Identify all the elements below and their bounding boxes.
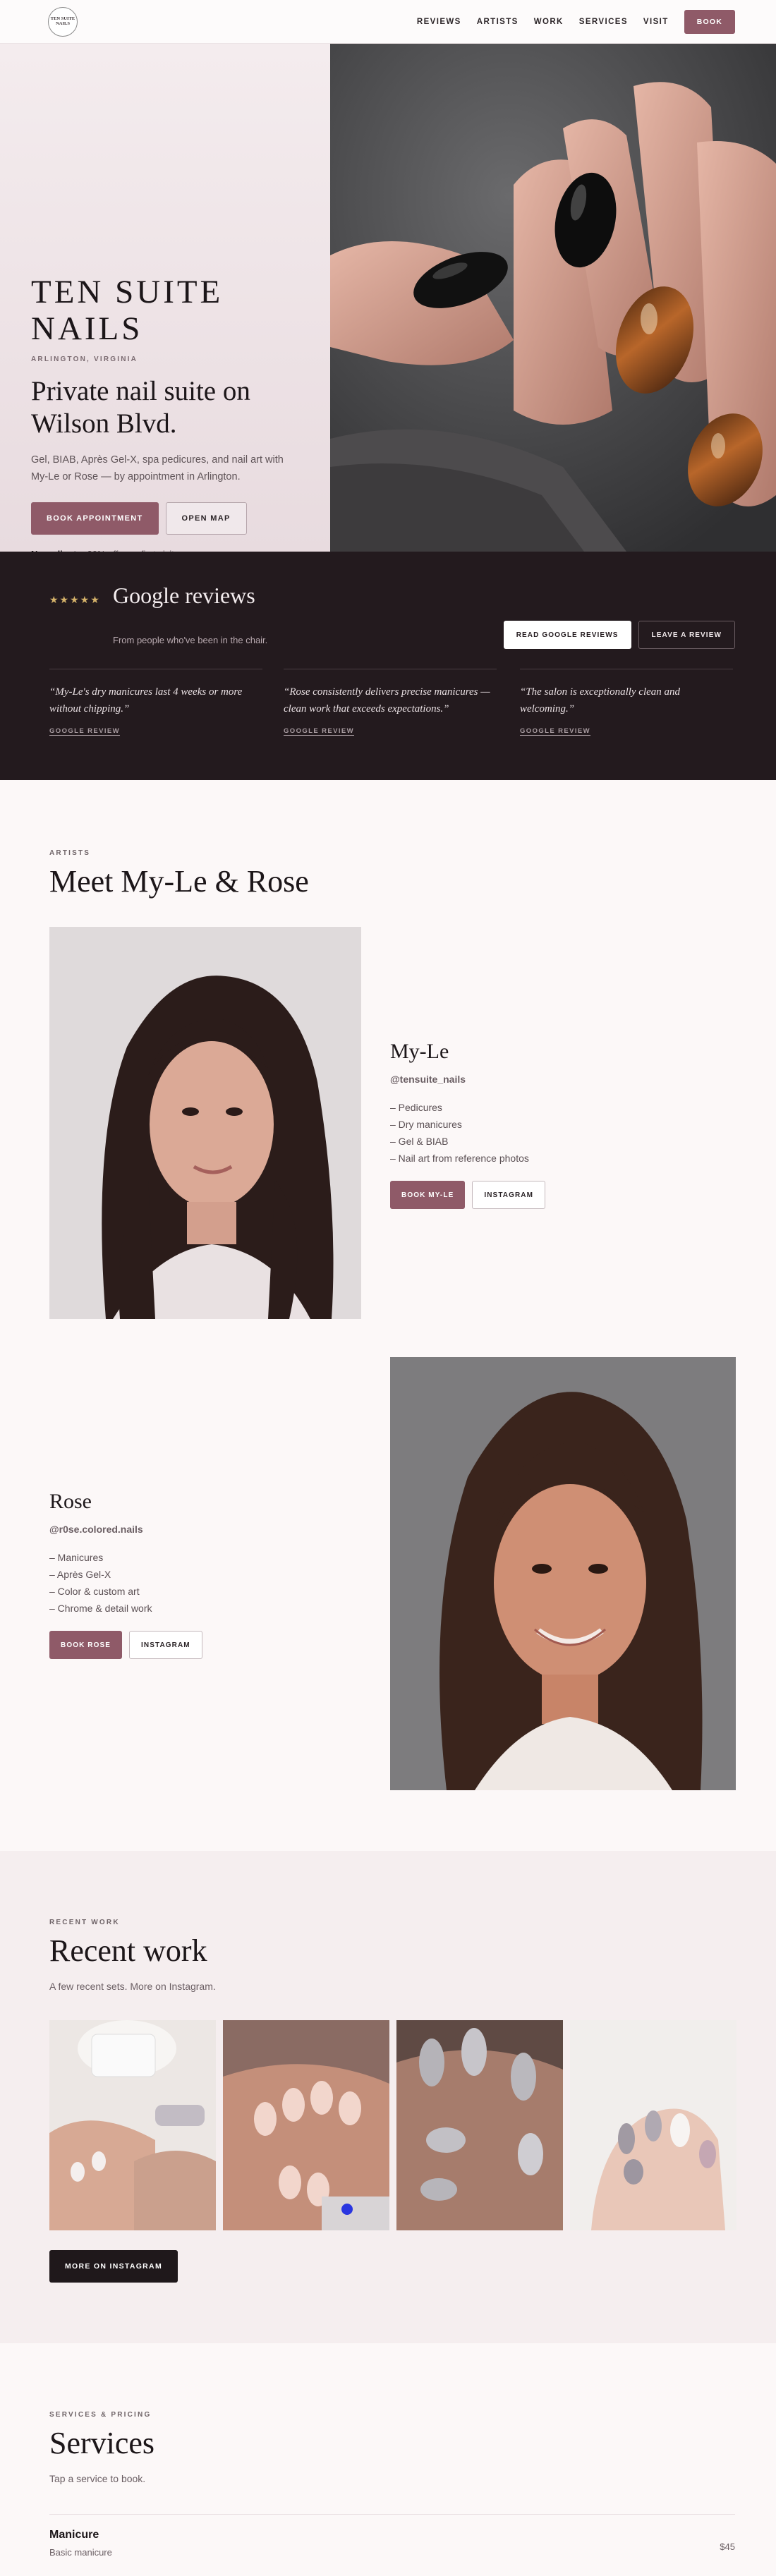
work-photo-2[interactable]: [223, 2020, 389, 2230]
services-section: SERVICES & PRICING Services Tap a servic…: [0, 2343, 776, 2576]
book-appointment-button[interactable]: BOOK APPOINTMENT: [31, 502, 159, 535]
service-price: $45: [720, 2541, 735, 2552]
list-item: – Gel & BIAB: [390, 1136, 449, 1147]
work-photo-1[interactable]: [49, 2020, 216, 2230]
hero-panel: TEN SUITE NAILS ARLINGTON, VIRGINIA Priv…: [0, 44, 330, 559]
reviews-actions: READ GOOGLE REVIEWS LEAVE A REVIEW: [503, 621, 735, 649]
reviews-title: Google reviews: [113, 583, 255, 608]
myle-name: My-Le: [390, 1040, 449, 1063]
rating-stars-icon: ★★★★★: [49, 594, 101, 605]
nav-link-work[interactable]: WORK: [534, 18, 564, 26]
nav-book-button[interactable]: BOOK: [684, 10, 735, 34]
services-title: Services: [49, 2426, 155, 2460]
list-item: – Après Gel-X: [49, 1569, 111, 1580]
list-item: – Pedicures: [390, 1102, 442, 1113]
open-map-button[interactable]: OPEN MAP: [165, 502, 247, 535]
work-title: Recent work: [49, 1933, 207, 1968]
list-item: – Color & custom art: [49, 1586, 140, 1597]
rose-portrait-image: [390, 1357, 736, 1790]
hero-title-line-2: NAILS: [31, 310, 143, 347]
service-row-manicure[interactable]: Manicure Basic manicure $45: [49, 2514, 735, 2558]
nav-link-visit[interactable]: VISIT: [643, 18, 669, 26]
rose-services-list: – Manicures – Après Gel-X – Color & cust…: [49, 1549, 360, 1617]
reviews-subtitle: From people who've been in the chair.: [113, 635, 268, 645]
hero-subtitle: Private nail suite on Wilson Blvd.: [31, 376, 250, 439]
services-eyebrow: SERVICES & PRICING: [49, 2411, 152, 2419]
work-photo-4[interactable]: [570, 2020, 736, 2230]
services-subtitle: Tap a service to book.: [49, 2473, 146, 2484]
hero-title-line-1: TEN SUITE: [31, 274, 224, 310]
service-description: Basic manicure: [49, 2547, 112, 2558]
review-source-link[interactable]: GOOGLE REVIEW: [49, 727, 262, 735]
work-subtitle: A few recent sets. More on Instagram.: [49, 1981, 216, 1992]
hero-nails-photo: [330, 44, 776, 552]
myle-handle[interactable]: @tensuite_nails: [390, 1074, 729, 1085]
rose-handle[interactable]: @r0se.colored.nails: [49, 1524, 360, 1535]
recent-work-section: RECENT WORK Recent work A few recent set…: [0, 1851, 776, 2343]
review-source-link[interactable]: GOOGLE REVIEW: [284, 727, 497, 735]
nav-link-services[interactable]: SERVICES: [579, 18, 628, 26]
myle-services-list: – Pedicures – Dry manicures – Gel & BIAB…: [390, 1099, 729, 1167]
review-source-link[interactable]: GOOGLE REVIEW: [520, 727, 733, 735]
rose-instagram-button[interactable]: INSTAGRAM: [129, 1631, 202, 1659]
nav-link-artists[interactable]: ARTISTS: [477, 18, 519, 26]
rose-info: Rose @r0se.colored.nails – Manicures – A…: [49, 1490, 360, 1659]
leave-review-button[interactable]: LEAVE A REVIEW: [638, 621, 735, 649]
hero-actions: BOOK APPOINTMENT OPEN MAP: [31, 502, 247, 535]
work-photo-image: [223, 2020, 389, 2230]
artists-title: Meet My-Le & Rose: [49, 864, 309, 899]
rose-name: Rose: [49, 1490, 92, 1513]
work-photo-3[interactable]: [396, 2020, 563, 2230]
rose-portrait: [390, 1357, 736, 1790]
myle-portrait: [49, 927, 361, 1319]
myle-instagram-button[interactable]: INSTAGRAM: [472, 1181, 546, 1209]
hero-description: Gel, BIAB, Après Gel-X, spa pedicures, a…: [31, 454, 284, 482]
hero-title: TEN SUITE NAILS: [31, 274, 223, 347]
work-photo-image: [570, 2020, 736, 2230]
reviews-section: ★★★★★ Google reviews From people who've …: [0, 552, 776, 780]
myle-info: My-Le @tensuite_nails – Pedicures – Dry …: [390, 1040, 729, 1209]
hero-location: ARLINGTON, VIRGINIA: [31, 356, 138, 363]
book-myle-button[interactable]: BOOK MY-LE: [390, 1181, 466, 1209]
read-google-reviews-button[interactable]: READ GOOGLE REVIEWS: [503, 621, 631, 649]
review-quote: “The salon is exceptionally clean and we…: [520, 686, 681, 715]
review-quote: “Rose consistently delivers precise mani…: [284, 686, 490, 715]
list-item: – Manicures: [49, 1552, 104, 1563]
book-rose-button[interactable]: BOOK ROSE: [49, 1631, 123, 1659]
list-item: – Chrome & detail work: [49, 1603, 152, 1614]
review-card: “Rose consistently delivers precise mani…: [284, 669, 497, 735]
review-quote: “My-Le's dry manicures last 4 weeks or m…: [49, 686, 243, 715]
work-photo-image: [396, 2020, 563, 2230]
work-photo-image: [49, 2020, 216, 2230]
nav-links: REVIEWS ARTISTS WORK SERVICES VISIT BOOK: [417, 10, 735, 34]
artists-section: ARTISTS Meet My-Le & Rose My-Le @tensuit…: [0, 780, 776, 1851]
myle-actions: BOOK MY-LE INSTAGRAM: [390, 1181, 729, 1209]
review-card: “My-Le's dry manicures last 4 weeks or m…: [49, 669, 262, 735]
rose-actions: BOOK ROSE INSTAGRAM: [49, 1631, 360, 1659]
top-nav: TEN SUITE NAILS REVIEWS ARTISTS WORK SER…: [0, 0, 776, 44]
nav-link-reviews[interactable]: REVIEWS: [417, 18, 461, 26]
more-on-instagram-button[interactable]: MORE ON INSTAGRAM: [49, 2250, 178, 2283]
artists-eyebrow: ARTISTS: [49, 849, 91, 857]
review-card: “The salon is exceptionally clean and we…: [520, 669, 733, 735]
logo[interactable]: TEN SUITE NAILS: [48, 7, 78, 37]
work-eyebrow: RECENT WORK: [49, 1919, 120, 1926]
list-item: – Dry manicures: [390, 1119, 462, 1130]
list-item: – Nail art from reference photos: [390, 1153, 529, 1164]
hero-nails-illustration: [330, 44, 776, 552]
service-name: Manicure: [49, 2529, 99, 2541]
myle-portrait-image: [49, 927, 361, 1319]
